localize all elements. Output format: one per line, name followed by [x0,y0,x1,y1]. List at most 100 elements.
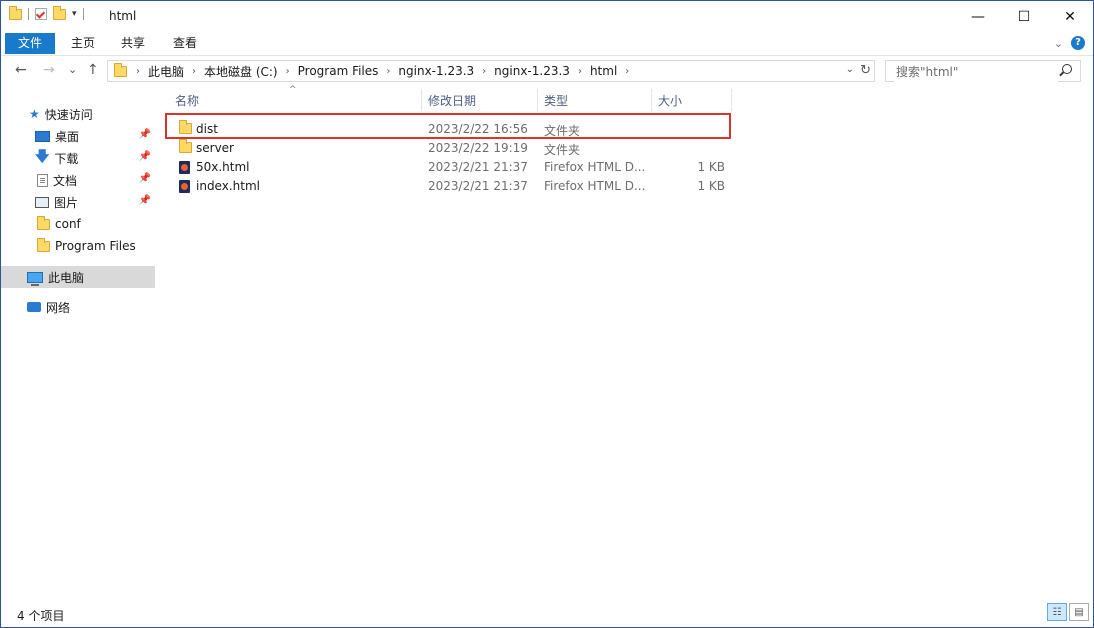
navigation-pane: ★ 快速访问 桌面 📌 🡇 下载 📌 文档 📌 图片 📌 conf Progra… [1,89,157,597]
chevron-right-icon[interactable]: › [189,66,199,77]
explorer-window: ▾ html — ☐ ✕ 文件 主页 共享 查看 ⌄ ? ← → ⌄ ↑ › 此… [0,0,1094,628]
folder-icon [37,237,50,252]
firefox-html-file-icon [179,161,190,174]
maximize-button[interactable]: ☐ [1001,1,1047,33]
sidebar-item-conf[interactable]: conf [1,213,155,235]
sidebar-item-label: 桌面 [55,129,80,144]
file-type: Firefox HTML D... [544,160,646,174]
file-type: Firefox HTML D... [544,179,646,193]
desktop-icon [35,130,50,142]
address-dropdown-icon[interactable]: ⌄ [846,64,854,75]
file-date: 2023/2/22 19:19 [428,141,528,155]
view-toggle: ☷ ▤ [1047,603,1089,621]
minimize-button[interactable]: — [955,1,1001,33]
expand-ribbon-icon[interactable]: ⌄ [1054,37,1063,50]
sidebar-item-documents[interactable]: 文档 📌 [1,169,155,191]
breadcrumb-item[interactable]: nginx-1.23.3 [489,64,575,78]
file-name: index.html [196,179,260,193]
address-bar[interactable]: › 此电脑 › 本地磁盘 (C:) › Program Files › ngin… [107,60,875,82]
sidebar-item-downloads[interactable]: 🡇 下载 📌 [1,147,155,169]
sidebar-item-label: 下载 [54,151,79,166]
column-header-date[interactable]: 修改日期 [422,89,538,111]
breadcrumb-item[interactable]: nginx-1.23.3 [393,64,479,78]
chevron-right-icon[interactable]: › [479,66,489,77]
network-icon [27,302,41,312]
address-row: ← → ⌄ ↑ › 此电脑 › 本地磁盘 (C:) › Program File… [1,58,1093,86]
ribbon-right: ⌄ ? [1054,36,1085,50]
column-header-type[interactable]: 类型 [538,89,652,111]
file-name: 50x.html [196,160,250,174]
breadcrumb-item[interactable]: Program Files [293,64,384,78]
breadcrumb: › 此电脑 › 本地磁盘 (C:) › Program Files › ngin… [108,61,632,81]
window-title: html [109,9,137,23]
search-box [885,60,1081,82]
tab-home[interactable]: 主页 [63,33,103,54]
item-count: 4 个项目 [17,609,65,623]
chevron-right-icon[interactable]: › [283,66,293,77]
sidebar-item-label: 快速访问 [44,107,93,122]
table-row[interactable]: server 2023/2/22 19:19 文件夹 [159,138,731,158]
file-type: 文件夹 [544,143,581,157]
pin-icon[interactable]: 📌 [139,151,151,162]
pictures-icon [35,196,49,208]
sidebar-item-label: 文档 [53,173,78,188]
refresh-icon[interactable]: ↻ [860,63,871,78]
pin-icon[interactable]: 📌 [139,129,151,140]
search-input[interactable] [894,62,1058,82]
sidebar-item-label: Program Files [55,239,136,253]
folder-icon [37,215,50,230]
sidebar-item-label: 网络 [46,300,71,315]
recent-locations-icon[interactable]: ⌄ [68,63,77,76]
file-date: 2023/2/21 21:37 [428,160,528,174]
file-size: 1 KB [697,179,725,193]
sidebar-item-this-pc[interactable]: 此电脑 [1,266,155,288]
file-name: server [196,141,234,155]
highlight-box [165,113,731,139]
folder-icon [114,62,127,77]
tab-share[interactable]: 共享 [113,33,153,54]
window-controls: — ☐ ✕ [955,1,1093,33]
pin-icon[interactable]: 📌 [139,173,151,184]
column-header-size[interactable]: 大小 [652,89,732,111]
sidebar-item-quick-access[interactable]: ★ 快速访问 [1,103,155,125]
close-button[interactable]: ✕ [1047,1,1093,33]
folder-icon [9,5,22,20]
tab-file[interactable]: 文件 [5,33,55,54]
properties-icon[interactable] [35,8,47,20]
breadcrumb-item[interactable]: 此电脑 [143,63,189,80]
tab-view[interactable]: 查看 [165,33,205,54]
chevron-right-icon[interactable]: › [622,66,632,77]
sidebar-item-label: conf [55,217,81,231]
breadcrumb-item[interactable]: 本地磁盘 (C:) [199,63,283,80]
help-icon[interactable]: ? [1071,36,1085,50]
new-folder-icon[interactable] [53,5,66,20]
up-arrow-icon[interactable]: ↑ [87,62,99,78]
large-icons-view-icon[interactable]: ▤ [1069,603,1089,621]
breadcrumb-item[interactable]: html [585,64,622,78]
sidebar-item-program-files[interactable]: Program Files [1,235,155,257]
status-bar: 4 个项目 ☷ ▤ [1,601,1093,627]
customize-toolbar-icon[interactable]: ▾ [72,9,77,19]
ribbon: 文件 主页 共享 查看 ⌄ ? [1,33,1093,56]
sidebar-item-label: 图片 [54,195,79,210]
chevron-right-icon[interactable]: › [575,66,585,77]
details-view-icon[interactable]: ☷ [1047,603,1067,621]
chevron-right-icon[interactable]: › [383,66,393,77]
sidebar-item-desktop[interactable]: 桌面 📌 [1,125,155,147]
table-row[interactable]: 50x.html 2023/2/21 21:37 Firefox HTML D.… [159,157,731,177]
sidebar-item-pictures[interactable]: 图片 📌 [1,191,155,213]
table-row[interactable]: index.html 2023/2/21 21:37 Firefox HTML … [159,176,731,196]
column-header-name[interactable]: 名称 [169,89,422,111]
sidebar-item-network[interactable]: 网络 [1,296,155,318]
firefox-html-file-icon [179,180,190,193]
file-size: 1 KB [697,160,725,174]
star-icon: ★ [29,107,40,121]
folder-icon [179,139,192,153]
forward-arrow-icon[interactable]: → [43,62,55,78]
back-arrow-icon[interactable]: ← [15,62,27,78]
pin-icon[interactable]: 📌 [139,195,151,206]
title-bar: ▾ html — ☐ ✕ [1,1,1093,33]
chevron-right-icon[interactable]: › [133,66,143,77]
separator [28,8,29,20]
search-icon[interactable] [1062,64,1072,74]
